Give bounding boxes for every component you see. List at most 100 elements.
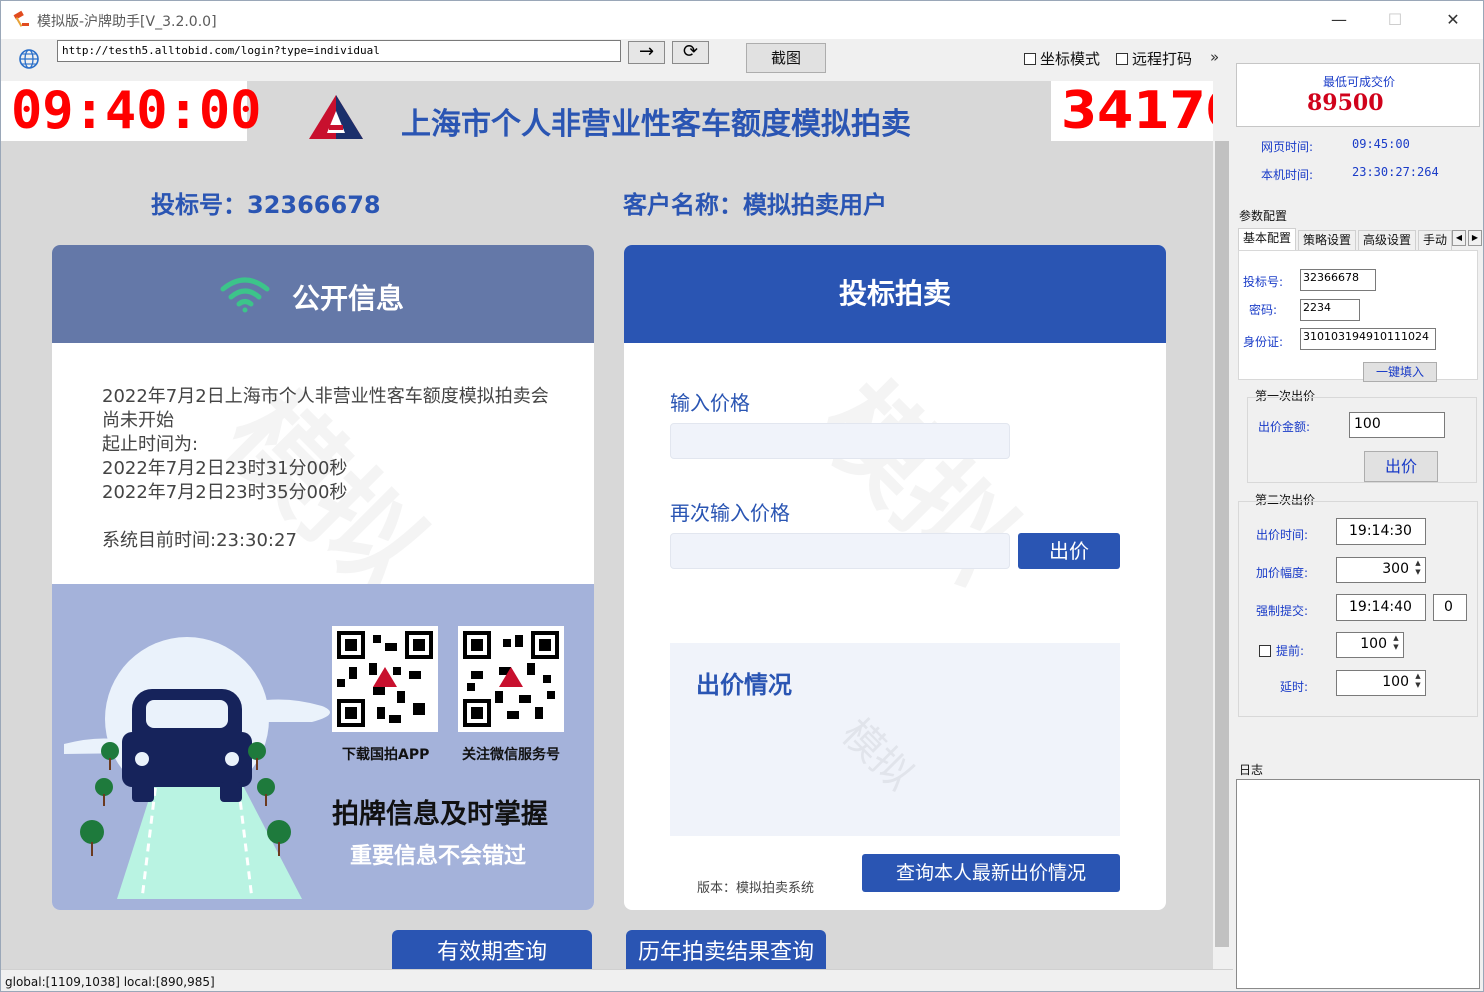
coord-mode-checkbox[interactable]: 坐标模式 [1024,48,1100,69]
version-text: 版本：模拟拍卖系统 [697,881,815,896]
tab-scroll-left-icon[interactable]: ◀ [1452,230,1466,246]
title-bar: 模拟版-沪牌助手[V_3.2.0.0] — ☐ ✕ [1,1,1483,39]
id-field[interactable]: 310103194910111024 [1300,328,1436,350]
qr-code-icon [337,631,433,727]
local-time-value: 23:30:27:264 [1352,165,1439,179]
refresh-button[interactable]: ⟳ [672,41,709,64]
public-info-header: 公开信息 [52,245,594,343]
bid-no-field[interactable]: 32366678 [1300,269,1376,291]
minimize-button[interactable]: — [1311,5,1367,35]
qr-wechat-label: 关注微信服务号 [462,747,560,763]
more-chevron-icon[interactable]: » [1210,48,1219,66]
remote-captcha-label: 远程打码 [1132,50,1193,68]
one-click-fill-button[interactable]: 一键填入 [1363,362,1437,382]
tab-basic[interactable]: 基本配置 [1238,228,1296,250]
min-price-value: 89500 [1307,90,1384,116]
countdown-timer: 09:40:00 [1,81,261,141]
first-bid-button[interactable]: 出价 [1364,451,1438,482]
tab-strategy[interactable]: 策略设置 [1298,230,1356,250]
local-time-label: 本机时间: [1261,168,1314,182]
remote-captcha-checkbox[interactable]: 远程打码 [1116,48,1192,69]
config-label: 参数配置 [1239,209,1288,223]
spinner-icon[interactable]: ▲ ▼ [1391,634,1401,656]
customer-name-label: 客户名称：模拟拍卖用户 [623,191,887,219]
promo-subtitle: 重要信息不会错过 [350,844,527,869]
id-label: 身份证: [1243,335,1284,349]
tab-advanced[interactable]: 高级设置 [1358,230,1416,250]
url-input[interactable]: http://testh5.alltobid.com/login?type=in… [57,40,621,62]
checkbox-box [1259,645,1271,657]
promo-banner: 下载国拍APP 关注微信服务号 拍牌信息及时掌握 重要信息不会错过 [52,584,594,910]
public-info-title: 公开信息 [292,282,405,315]
spinner-icon[interactable]: ▲ ▼ [1413,672,1423,694]
qr-code-app [332,626,438,732]
promo-slogan: 拍牌信息及时掌握 [332,799,548,830]
tab-scroll-right-icon[interactable]: ▶ [1468,230,1482,246]
car-illustration [64,637,330,900]
qr-code-wechat [458,626,564,732]
status-bar: global:[1109,1038] local:[890,985] [1,969,1233,991]
increment-label: 加价幅度: [1256,566,1309,580]
history-results-button[interactable]: 历年拍卖结果查询 [626,930,826,969]
price-input[interactable] [670,423,1010,459]
min-price-box: 最低可成交价 89500 [1236,63,1480,127]
advance-checkbox[interactable]: 提前: [1259,642,1304,659]
app-window: 模拟版-沪牌助手[V_3.2.0.0] — ☐ ✕ http://testh5.… [0,0,1484,992]
delay-field[interactable]: 100 ▲ ▼ [1336,670,1426,696]
helper-sidebar: 最低可成交价 89500 网页时间: 09:45:00 本机时间: 23:30:… [1233,45,1483,991]
auction-title: 投标拍卖 [624,245,1166,343]
force-submit-extra-field[interactable]: 0 [1433,594,1467,621]
page-header-title: 上海市个人非营业性客车额度模拟拍卖 [401,107,911,142]
bid-no-label: 投标号: [1243,275,1284,289]
checkbox-box [1116,53,1128,65]
qr-code-icon [463,631,559,727]
price-label: 输入价格 [670,391,750,415]
advance-label: 提前: [1276,644,1305,658]
web-time-value: 09:45:00 [1352,137,1410,151]
public-info-panel: 公开信息 模拟 2022年7月2日上海市个人非营业性客车额度模拟拍卖会 尚未开始… [52,245,594,910]
spinner-icon[interactable]: ▲ ▼ [1413,559,1423,581]
first-bid-amount-field[interactable]: 100 [1349,412,1445,438]
advance-value: 100 [1360,636,1387,652]
watermark: 模拟 [790,341,1059,610]
config-tabs: 基本配置 策略设置 高级设置 手动 ◀ ▶ [1238,228,1482,250]
checkbox-box [1024,53,1036,65]
close-button[interactable]: ✕ [1425,5,1481,35]
tab-manual[interactable]: 手动 [1418,230,1452,250]
coord-mode-label: 坐标模式 [1040,50,1101,68]
log-textarea[interactable] [1236,779,1480,989]
maximize-button[interactable]: ☐ [1367,5,1423,35]
bid-time-label: 出价时间: [1256,528,1309,542]
web-scrollbar[interactable] [1213,81,1231,969]
min-price-label: 最低可成交价 [1323,75,1396,89]
validity-query-button[interactable]: 有效期查询 [392,930,592,969]
increment-field[interactable]: 300 ▲ ▼ [1336,557,1426,583]
go-button[interactable]: → [628,41,665,64]
bid-status-title: 出价情况 [696,671,792,699]
bidder-count: 34170 [1051,81,1213,141]
advance-field[interactable]: 100 ▲ ▼ [1336,632,1404,658]
arrow-right-icon: → [638,41,655,62]
window-title: 模拟版-沪牌助手[V_3.2.0.0] [37,14,217,30]
password-field[interactable]: 2234 [1300,299,1360,321]
refresh-icon: ⟳ [682,41,699,62]
web-time-label: 网页时间: [1261,140,1314,154]
delay-label: 延时: [1280,680,1309,694]
log-label: 日志 [1239,763,1264,777]
qr-app-label: 下载国拍APP [342,747,430,763]
price-again-label: 再次输入价格 [670,501,790,525]
web-view: 09:40:00 上海市个人非营业性客车额度模拟拍卖 34170 投标号：323… [1,81,1213,969]
password-label: 密码: [1249,303,1278,317]
account-group: 投标号: 32366678 密码: 2234 身份证: 310103194910… [1238,250,1478,382]
scrollbar-thumb[interactable] [1215,141,1229,947]
query-latest-bid-button[interactable]: 查询本人最新出价情况 [862,854,1120,892]
screenshot-button[interactable]: 截图 [746,43,826,73]
price-again-input[interactable] [670,533,1010,569]
bid-button[interactable]: 出价 [1018,533,1120,569]
gavel-icon [13,10,29,27]
increment-value: 300 [1382,561,1409,577]
first-bid-group: 出价金额: 100 出价 [1247,397,1477,483]
bid-time-field[interactable]: 19:14:30 [1336,518,1426,545]
force-submit-time-field[interactable]: 19:14:40 [1336,594,1426,621]
bid-status-box: 出价情况 模拟 [670,643,1120,836]
